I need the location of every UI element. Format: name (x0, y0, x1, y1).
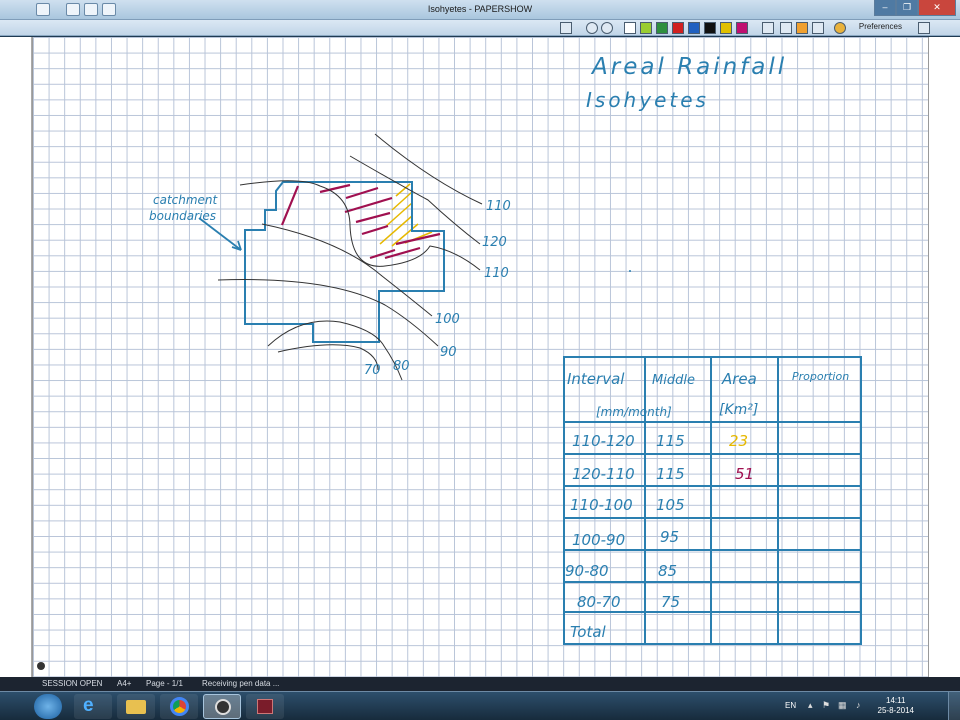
eraser-icon[interactable] (812, 22, 824, 34)
status-session: SESSION OPEN (42, 679, 103, 688)
papershow-icon (215, 699, 231, 715)
color-red-button[interactable] (672, 22, 684, 34)
pin-icon[interactable] (918, 22, 930, 34)
zoom-out-icon[interactable] (601, 22, 613, 34)
pen-icon[interactable] (762, 22, 774, 34)
papershow-taskbar-icon[interactable] (203, 694, 241, 719)
color-darkgreen-button[interactable] (656, 22, 668, 34)
clock-date: 25-8-2014 (877, 706, 914, 715)
color-yellow-button[interactable] (720, 22, 732, 34)
explorer-taskbar-icon[interactable] (117, 694, 155, 719)
folder-icon (126, 700, 146, 714)
app-icon (257, 699, 273, 714)
status-paper: A4+ (117, 679, 132, 688)
zoom-in-icon[interactable] (586, 22, 598, 34)
chrome-icon (170, 697, 189, 716)
taskbar: e EN ▴ ⚑ ▦ ♪ 14:11 25-8-2014 (0, 691, 960, 720)
color-black-button[interactable] (704, 22, 716, 34)
grid-paper-canvas[interactable] (32, 37, 929, 677)
network-icon[interactable]: ▦ (838, 700, 847, 711)
chrome-taskbar-icon[interactable] (160, 694, 198, 719)
app-taskbar-icon[interactable] (246, 694, 284, 719)
status-message: Receiving pen data ... (202, 679, 280, 688)
minimize-button[interactable]: – (874, 0, 896, 16)
ie-taskbar-icon[interactable]: e (74, 694, 112, 719)
color-magenta-button[interactable] (736, 22, 748, 34)
right-margin (929, 37, 960, 677)
color-green-button[interactable] (640, 22, 652, 34)
color-white-button[interactable] (624, 22, 636, 34)
ie-icon: e (83, 695, 94, 716)
start-button[interactable] (34, 694, 62, 719)
preferences-button[interactable]: Preferences (859, 22, 902, 31)
title-bar: Isohyetes - PAPERSHOW – ❐ ✕ (0, 0, 960, 20)
pen-thin-icon[interactable] (780, 22, 792, 34)
info-icon[interactable] (834, 22, 846, 34)
close-button[interactable]: ✕ (918, 0, 956, 16)
clock-time: 14:11 (886, 696, 906, 705)
color-blue-button[interactable] (688, 22, 700, 34)
language-indicator[interactable]: EN (785, 701, 796, 710)
status-bar: SESSION OPEN A4+ Page - 1/1 Receiving pe… (0, 677, 960, 691)
volume-icon[interactable]: ♪ (856, 700, 861, 710)
show-desktop-button[interactable] (948, 692, 960, 720)
status-page: Page - 1/1 (146, 679, 183, 688)
flag-icon[interactable]: ⚑ (822, 700, 830, 711)
clock[interactable]: 14:11 25-8-2014 (878, 696, 914, 716)
highlighter-icon[interactable] (796, 22, 808, 34)
drawing-toolbar: Preferences (0, 20, 960, 36)
left-margin (0, 37, 32, 677)
window-title: Isohyetes - PAPERSHOW (427, 4, 533, 14)
export-icon[interactable] (560, 22, 572, 34)
tray-up-icon[interactable]: ▴ (808, 700, 813, 711)
window-controls: – ❐ ✕ (874, 0, 956, 16)
maximize-button[interactable]: ❐ (896, 0, 918, 16)
